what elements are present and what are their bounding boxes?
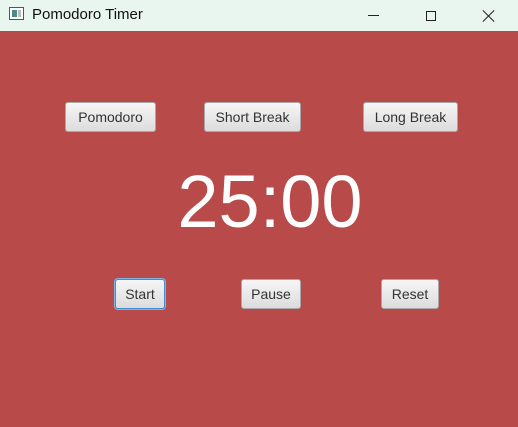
close-button[interactable]	[466, 0, 512, 31]
minimize-icon	[367, 15, 379, 16]
window-title: Pomodoro Timer	[32, 6, 143, 23]
pause-button[interactable]: Pause	[241, 279, 301, 309]
maximize-button[interactable]	[408, 0, 454, 31]
short-break-button[interactable]: Short Break	[204, 102, 301, 132]
pomodoro-button[interactable]: Pomodoro	[65, 102, 156, 132]
start-button[interactable]: Start	[115, 279, 165, 309]
app-icon	[9, 7, 24, 20]
timer-display: 25:00	[177, 160, 363, 243]
close-icon	[482, 9, 496, 23]
long-break-button[interactable]: Long Break	[363, 102, 458, 132]
maximize-icon	[426, 10, 436, 21]
minimize-button[interactable]	[350, 0, 396, 31]
app-window: Pomodoro Timer Pomodoro Short Break Long…	[0, 0, 518, 427]
title-bar[interactable]: Pomodoro Timer	[0, 0, 518, 31]
reset-button[interactable]: Reset	[381, 279, 439, 309]
